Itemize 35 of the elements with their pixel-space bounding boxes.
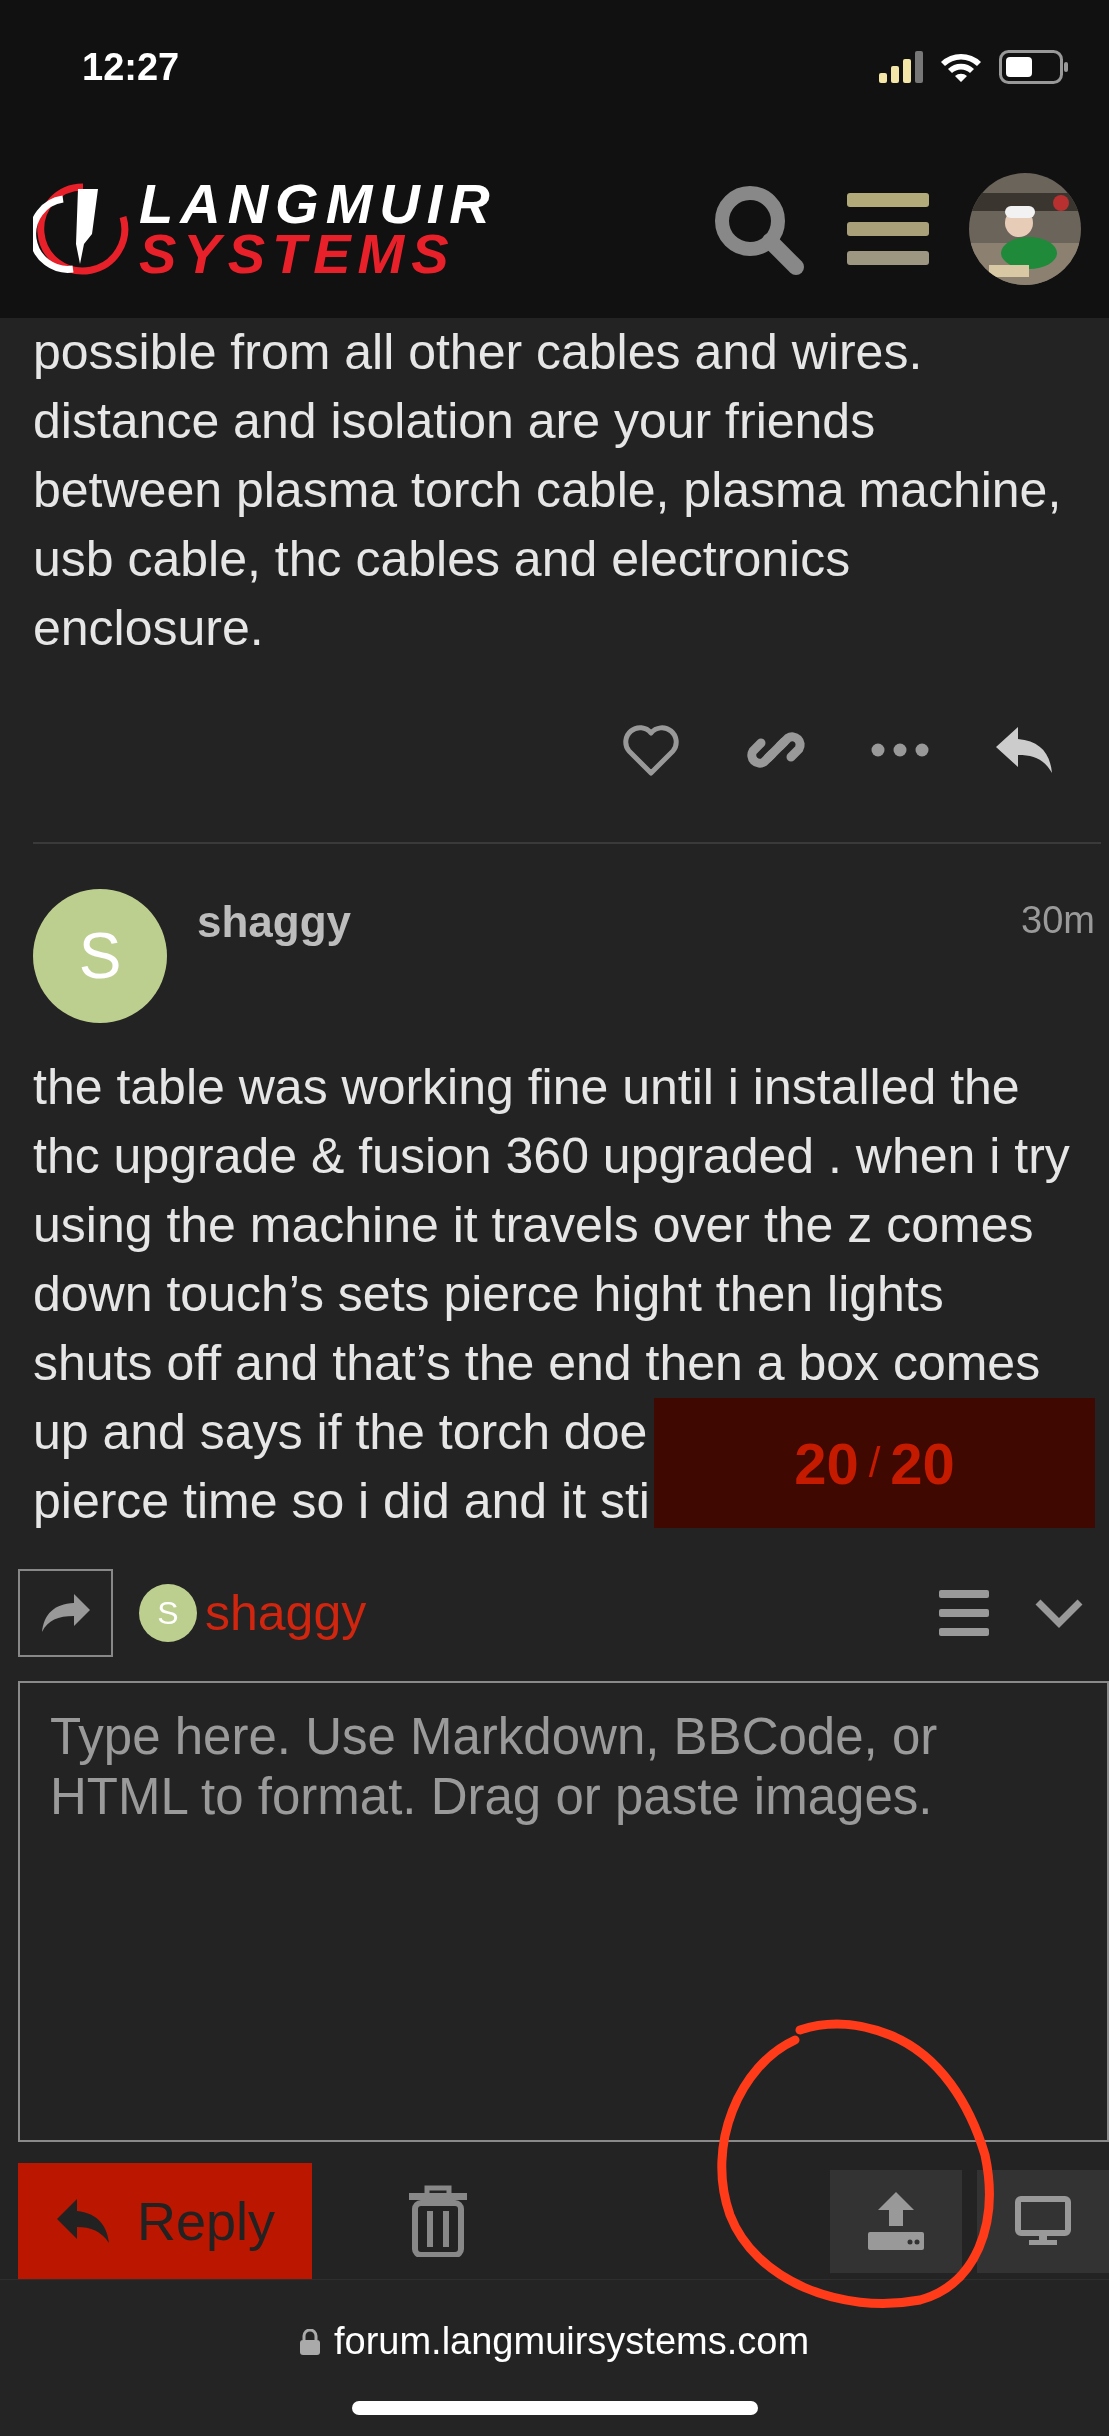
separator: / bbox=[868, 1439, 881, 1487]
reply-button[interactable]: Reply bbox=[18, 2163, 312, 2279]
post-text: possible from all other cables and wires. distance and isolation are your friends between plasma torch cable, plasma machine, usb cable, thc cables and electronics enclosure. bbox=[33, 323, 1063, 658]
upload-button[interactable] bbox=[830, 2169, 962, 2273]
address-bar-url[interactable]: forum.langmuirsystems.com bbox=[333, 2320, 810, 2363]
like-button[interactable] bbox=[621, 723, 681, 777]
post-text: up and says if the torch doe pierce time so i did and it sti bbox=[33, 1403, 650, 1531]
user-avatar: S bbox=[139, 1584, 197, 1642]
lock-icon bbox=[299, 2328, 320, 2355]
reply-to-username[interactable]: shaggy bbox=[205, 1584, 939, 1642]
share-arrow-icon bbox=[39, 1592, 92, 1634]
upload-icon bbox=[868, 2192, 924, 2250]
post-progress-indicator[interactable]: 20 / 20 bbox=[654, 1398, 1095, 1528]
current-post-number: 20 bbox=[794, 1429, 859, 1497]
wifi-icon bbox=[939, 51, 983, 83]
signal-icon bbox=[879, 51, 923, 83]
reply-input-field[interactable]: Type here. Use Markdown, BBCode, or HTML to format. Drag or paste images. bbox=[18, 1681, 1109, 2142]
collapse-button[interactable] bbox=[1034, 1598, 1084, 1628]
post-author[interactable]: shaggy bbox=[197, 897, 1022, 1023]
total-post-number: 20 bbox=[890, 1429, 955, 1497]
menu-button[interactable] bbox=[847, 193, 929, 265]
search-button[interactable] bbox=[712, 183, 807, 275]
monitor-icon bbox=[1015, 2196, 1071, 2246]
reply-arrow-button[interactable] bbox=[994, 725, 1054, 775]
user-avatar[interactable]: S bbox=[33, 889, 167, 1023]
battery-icon bbox=[999, 50, 1069, 84]
status-time: 12:27 bbox=[82, 45, 180, 89]
reply-action-button[interactable] bbox=[18, 1569, 113, 1657]
trash-icon bbox=[407, 2185, 469, 2257]
logo-text: LANGMUIR bbox=[139, 179, 497, 229]
post-time: 30m bbox=[1021, 899, 1095, 943]
logo-text: SYSTEMS bbox=[139, 229, 456, 279]
preview-button[interactable] bbox=[977, 2169, 1109, 2273]
toolbar-toggle-button[interactable] bbox=[939, 1590, 989, 1636]
more-button[interactable] bbox=[871, 743, 929, 757]
